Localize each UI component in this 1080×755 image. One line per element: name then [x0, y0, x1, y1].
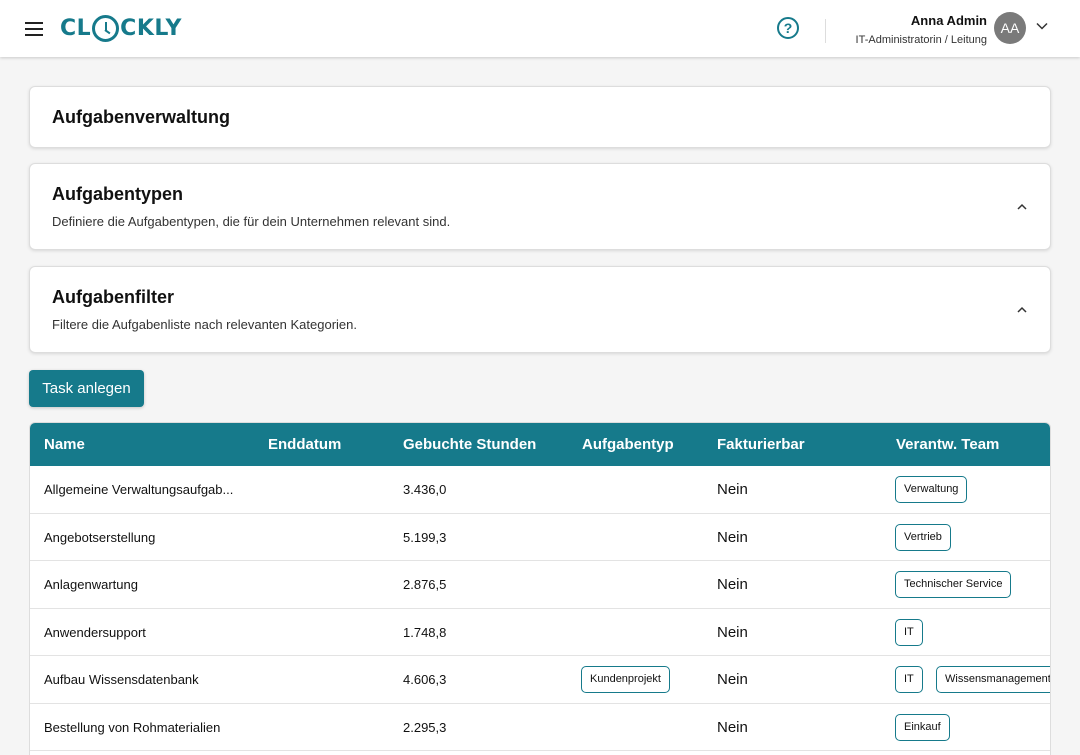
table-row[interactable]: Angebotserstellung 5.199,3 Nein Vertrieb — [30, 514, 1050, 561]
task-billable: Nein — [717, 528, 748, 546]
avatar[interactable]: AA — [994, 12, 1026, 44]
task-hours: 1.748,8 — [403, 624, 447, 640]
header-divider — [825, 19, 826, 43]
team-chip: Vertrieb — [895, 523, 951, 551]
team-chip: IT — [895, 666, 923, 693]
task-hours: 4.606,3 — [403, 672, 447, 687]
task-name: Aufbau Wissensdatenbank — [44, 672, 199, 687]
team-chip: Wissensmanagement — [936, 666, 1050, 693]
help-icon[interactable]: ? — [777, 17, 799, 39]
task-name: Angebotserstellung — [44, 529, 156, 545]
table-row[interactable]: Bestellung von Rohmaterialien 2.295,3 Nein… — [30, 704, 1050, 751]
user-name: Anna Admin — [910, 13, 987, 28]
task-billable: Nein — [717, 623, 748, 641]
table-row[interactable]: Aufbau Wissensdatenbank 4.606,3 Kundenproj… — [30, 656, 1050, 704]
task-hours: 5.199,3 — [403, 529, 447, 545]
task-hours: 3.436,0 — [403, 482, 447, 497]
logo-text-start: CL — [60, 15, 92, 41]
table-body: Allgemeine Verwaltungsaufgab... 3.436,0 Ne… — [30, 466, 1050, 751]
team-chip: IT — [895, 618, 923, 646]
task-filter-section[interactable]: Aufgabenfilter Filtere die Aufgabenliste… — [29, 266, 1051, 353]
chevron-up-icon[interactable] — [1016, 304, 1028, 316]
task-billable: Nein — [717, 671, 748, 688]
column-header-team[interactable]: Verantw. Team — [896, 436, 999, 453]
section-title: Aufgabenfilter — [52, 287, 175, 307]
column-header-hours[interactable]: Gebuchte Stunden — [403, 436, 536, 453]
table-row[interactable]: Anlagenwartung 2.876,5 Nein Technischer Ser… — [30, 561, 1050, 609]
logo-text-end: CKLY — [120, 15, 182, 41]
table-row[interactable]: Anwendersupport 1.748,8 Nein IT — [30, 609, 1050, 656]
column-header-billable[interactable]: Fakturierbar — [717, 436, 805, 453]
hamburger-icon[interactable] — [25, 22, 43, 36]
task-name: Bestellung von Rohmaterialien — [44, 719, 221, 735]
page-title: Aufgabenverwaltung — [52, 107, 231, 127]
column-header-name[interactable]: Name — [44, 436, 85, 453]
task-name: Allgemeine Verwaltungsaufgab... — [44, 482, 234, 497]
task-billable: Nein — [717, 718, 748, 736]
task-types-section[interactable]: Aufgabentypen Definiere die Aufgabentype… — [29, 163, 1051, 250]
task-table: Name Enddatum Gebuchte Stunden Aufgabent… — [29, 422, 1051, 755]
table-header: Name Enddatum Gebuchte Stunden Aufgabent… — [30, 423, 1050, 466]
section-subtitle: Definiere die Aufgabentypen, die für dei… — [52, 214, 451, 229]
task-hours: 2.876,5 — [403, 577, 447, 592]
task-hours: 2.295,3 — [403, 719, 447, 735]
user-info[interactable]: Anna Admin IT-Administratorin / Leitung — [856, 13, 987, 48]
top-bar: CL CKLY ? Anna Admin IT-Administratorin … — [0, 0, 1080, 57]
task-type-chip: Kundenprojekt — [581, 666, 670, 693]
column-header-end-date[interactable]: Enddatum — [268, 436, 341, 453]
section-title: Aufgabentypen — [52, 184, 184, 204]
logo[interactable]: CL CKLY — [60, 13, 182, 43]
task-billable: Nein — [717, 481, 748, 498]
page-title-card: Aufgabenverwaltung — [29, 86, 1051, 148]
team-chip: Verwaltung — [895, 476, 968, 503]
table-row[interactable]: Allgemeine Verwaltungsaufgab... 3.436,0 Ne… — [30, 466, 1050, 514]
chevron-down-icon[interactable] — [1036, 20, 1048, 32]
column-header-task-type[interactable]: Aufgabentyp — [582, 436, 674, 453]
task-name: Anwendersupport — [44, 624, 146, 640]
team-chip: Technischer Service — [895, 571, 1012, 598]
user-role: IT-Administratorin / Leitung — [855, 34, 987, 46]
section-subtitle: Filtere die Aufgabenliste nach relevante… — [52, 317, 357, 332]
team-chip: Einkauf — [895, 713, 950, 741]
task-billable: Nein — [717, 576, 748, 593]
chevron-up-icon[interactable] — [1016, 201, 1028, 213]
task-name: Anlagenwartung — [44, 577, 138, 592]
clock-icon — [92, 14, 120, 42]
create-task-button[interactable]: Task anlegen — [29, 370, 144, 407]
